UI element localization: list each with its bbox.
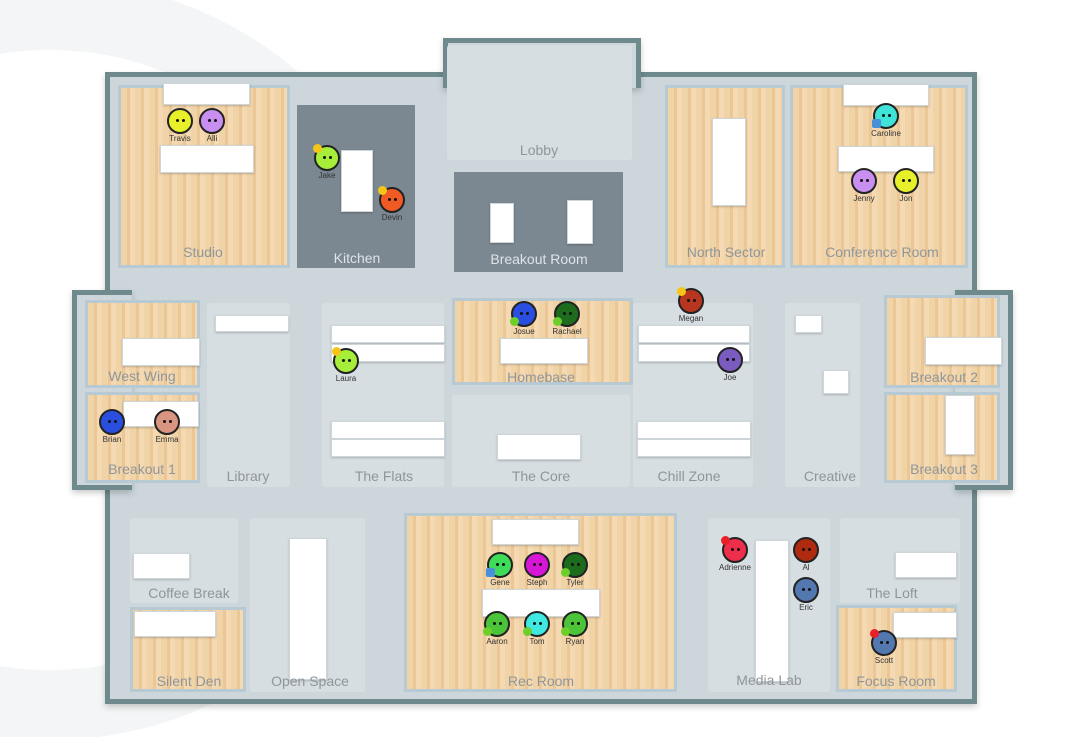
room-label: Breakout 2	[910, 369, 978, 385]
room-label: Kitchen	[333, 250, 381, 266]
room-label: West Wing	[108, 368, 176, 384]
desk	[133, 553, 190, 579]
avatar[interactable]	[793, 577, 819, 603]
desk	[838, 146, 934, 172]
avatar-name: Alli	[206, 134, 218, 143]
avatar-name: Aaron	[486, 637, 508, 646]
desk	[331, 325, 445, 343]
room-label: The Core	[511, 468, 571, 484]
room-label: Library	[226, 468, 270, 484]
desk	[497, 434, 581, 460]
room-label: Rec Room	[507, 673, 575, 689]
avatar-name: Emma	[155, 435, 179, 444]
avatar-name: Josue	[513, 327, 535, 336]
avatar-name: Laura	[335, 374, 357, 383]
avatar[interactable]	[524, 552, 550, 578]
status-active-icon	[523, 627, 532, 636]
status-away-icon	[332, 347, 341, 356]
avatar-name: Devin	[381, 213, 403, 222]
avatar-name: Joe	[723, 373, 737, 382]
room-label: Breakout 3	[910, 461, 978, 477]
avatar-name: Jake	[318, 171, 336, 180]
avatar-name: Brian	[102, 435, 122, 444]
desk	[331, 439, 445, 457]
desk	[122, 338, 200, 366]
room-label: Breakout 1	[108, 461, 176, 477]
room-label: The Flats	[354, 468, 414, 484]
room-label: Homebase	[507, 369, 575, 385]
desk	[638, 325, 750, 343]
status-away-icon	[313, 144, 322, 153]
status-active-icon	[483, 627, 492, 636]
avatar-name: Rachael	[552, 327, 582, 336]
room-label: Conference Room	[825, 244, 939, 260]
avatar-name: Al	[802, 563, 810, 572]
avatar[interactable]	[851, 168, 877, 194]
desk	[795, 315, 822, 333]
status-screen-icon	[872, 119, 881, 128]
desk	[637, 421, 751, 439]
desk	[712, 118, 746, 206]
desk	[163, 83, 250, 105]
avatar[interactable]	[167, 108, 193, 134]
desk	[341, 150, 373, 212]
desk	[492, 519, 579, 545]
status-away-icon	[677, 287, 686, 296]
avatar[interactable]	[199, 108, 225, 134]
room-label: Creative	[803, 468, 857, 484]
desk	[134, 611, 216, 637]
status-active-icon	[510, 317, 519, 326]
room-label: The Loft	[866, 585, 918, 601]
avatar[interactable]	[154, 409, 180, 435]
desk	[925, 337, 1002, 365]
room-label: Media Lab	[736, 672, 802, 688]
desk	[893, 612, 957, 638]
avatar-name: Tom	[529, 637, 545, 646]
avatar-name: Tyler	[566, 578, 584, 587]
avatar-name: Caroline	[871, 129, 901, 138]
avatar-name: Megan	[678, 314, 704, 323]
status-dnd-icon	[870, 629, 879, 638]
avatar[interactable]	[893, 168, 919, 194]
room-label: Coffee Break	[148, 585, 230, 601]
desk	[215, 315, 289, 332]
desk	[160, 145, 254, 173]
room-label: Lobby	[519, 142, 559, 158]
avatar[interactable]	[99, 409, 125, 435]
room-label: Chill Zone	[657, 468, 721, 484]
status-active-icon	[561, 627, 570, 636]
avatar-name: Scott	[874, 656, 894, 665]
room-label: North Sector	[686, 244, 766, 260]
desk	[895, 552, 957, 578]
avatar-name: Steph	[526, 578, 548, 587]
avatar[interactable]	[717, 347, 743, 373]
desk	[945, 395, 975, 455]
avatar-name: Jon	[899, 194, 913, 203]
status-screen-icon	[486, 568, 495, 577]
room-label: Open Space	[271, 673, 349, 689]
room-label: Studio	[183, 244, 223, 260]
room-label: Silent Den	[156, 673, 222, 689]
desk	[500, 338, 588, 364]
desk	[490, 203, 514, 243]
status-active-icon	[561, 568, 570, 577]
status-away-icon	[378, 186, 387, 195]
desk	[567, 200, 593, 244]
desk	[331, 421, 445, 439]
desk	[755, 540, 789, 682]
status-active-icon	[553, 317, 562, 326]
status-busy-icon	[721, 536, 730, 545]
desk	[289, 538, 327, 680]
avatar-name: Adrienne	[718, 563, 752, 572]
avatar[interactable]	[793, 537, 819, 563]
desk	[637, 439, 751, 457]
avatar-name: Gene	[490, 578, 510, 587]
avatar-name: Travis	[169, 134, 191, 143]
desk	[823, 370, 849, 394]
avatar-name: Jenny	[853, 194, 875, 203]
room-label: Focus Room	[856, 673, 936, 689]
avatar-name: Ryan	[565, 637, 585, 646]
room-label: Breakout Room	[490, 251, 588, 267]
avatar-name: Eric	[799, 603, 813, 612]
